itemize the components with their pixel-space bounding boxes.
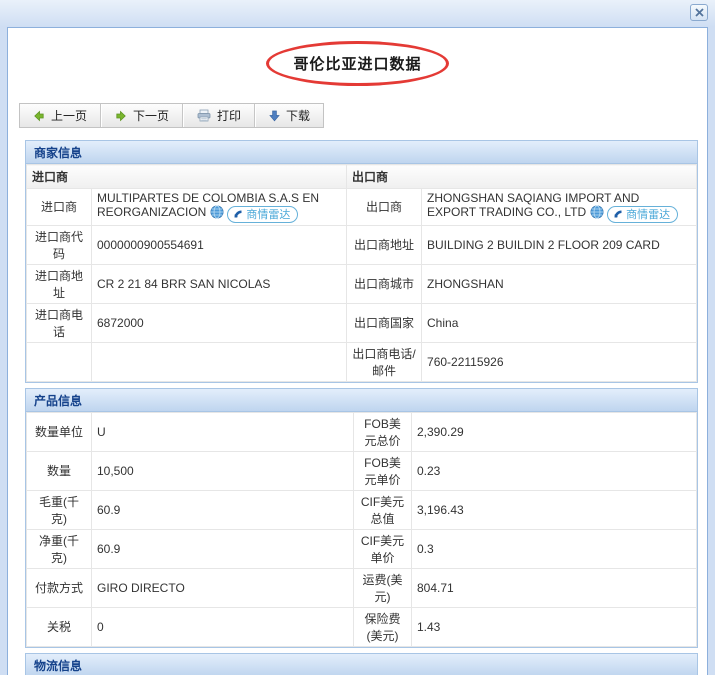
field-label: 运费(美元) bbox=[353, 567, 412, 608]
field-value: BUILDING 2 BUILDIN 2 FLOOR 209 CARD bbox=[421, 224, 697, 265]
field-label: FOB美元总价 bbox=[353, 411, 412, 452]
importer-column-header: 进口商 bbox=[25, 164, 348, 189]
toolbar: 上一页 下一页 打印 下载 bbox=[19, 103, 325, 128]
title-row: 哥伦比亚进口数据 bbox=[8, 41, 707, 93]
field-value: 0000000900554691 bbox=[90, 224, 348, 265]
field-label: 进口商代码 bbox=[26, 224, 92, 265]
field-label: 付款方式 bbox=[26, 567, 92, 608]
field-label: 数量 bbox=[26, 450, 92, 491]
table-row: 进口商地址 CR 2 21 84 BRR SAN NICOLAS 出口商城市 ZHON… bbox=[26, 263, 697, 304]
field-value: 0 bbox=[91, 606, 354, 647]
field-value: 10,500 bbox=[91, 450, 354, 491]
globe-icon[interactable] bbox=[210, 205, 224, 219]
field-label bbox=[26, 341, 92, 382]
field-label: 数量单位 bbox=[26, 411, 92, 452]
table-row: 进口商 MULTIPARTES DE COLOMBIA S.A.S EN REO… bbox=[26, 188, 697, 226]
field-value: 60.9 bbox=[91, 489, 354, 530]
prev-arrow-icon bbox=[34, 110, 44, 121]
product-info-section: 产品信息 数量单位 U FOB美元总价 2,390.29 数量 10,500 FOB美元单价… bbox=[25, 387, 698, 648]
prev-page-button[interactable]: 上一页 bbox=[20, 104, 100, 127]
field-label: 出口商国家 bbox=[346, 302, 423, 343]
radar-icon bbox=[234, 210, 242, 218]
next-page-button[interactable]: 下一页 bbox=[102, 104, 182, 127]
table-row: 付款方式 GIRO DIRECTO 运费(美元) 804.71 bbox=[26, 567, 697, 608]
table-row: 关税 0 保险费(美元) 1.43 bbox=[26, 606, 697, 647]
table-subheader-row: 进口商 出口商 bbox=[25, 164, 697, 189]
field-label: 出口商城市 bbox=[346, 263, 423, 304]
page-title: 哥伦比亚进口数据 bbox=[293, 56, 422, 73]
field-value: 2,390.29 bbox=[411, 411, 697, 452]
product-table: 数量单位 U FOB美元总价 2,390.29 数量 10,500 FOB美元单价 0.23 毛… bbox=[26, 411, 697, 647]
field-value bbox=[90, 341, 348, 382]
field-label: 进口商电话 bbox=[26, 302, 92, 343]
table-row: 净重(千克) 60.9 CIF美元单价 0.3 bbox=[26, 528, 697, 569]
globe-icon[interactable] bbox=[590, 205, 604, 219]
field-label: 出口商 bbox=[346, 188, 423, 226]
field-label: 出口商地址 bbox=[346, 224, 423, 265]
close-button[interactable] bbox=[690, 4, 708, 21]
field-value: 760-22115926 bbox=[421, 341, 697, 382]
field-value: 60.9 bbox=[91, 528, 354, 569]
print-button[interactable]: 打印 bbox=[184, 104, 254, 127]
field-label: 进口商地址 bbox=[26, 263, 92, 304]
field-label: CIF美元总值 bbox=[353, 489, 412, 530]
close-icon bbox=[694, 8, 704, 17]
download-button[interactable]: 下载 bbox=[256, 104, 323, 127]
next-arrow-icon bbox=[116, 110, 126, 121]
table-row: 进口商代码 0000000900554691 出口商地址 BUILDING 2 BUI… bbox=[26, 224, 697, 265]
field-label: FOB美元单价 bbox=[353, 450, 412, 491]
field-value: 0.23 bbox=[411, 450, 697, 491]
logistics-info-section: 物流信息 关单号32020001495631进口日期2020-12-30HS编码… bbox=[25, 652, 698, 675]
field-label: 毛重(千克) bbox=[26, 489, 92, 530]
field-label: 净重(千克) bbox=[26, 528, 92, 569]
next-page-label: 下一页 bbox=[133, 109, 170, 123]
prev-page-label: 上一页 bbox=[51, 109, 88, 123]
exporter-column-header: 出口商 bbox=[346, 164, 697, 189]
field-value: 1.43 bbox=[411, 606, 697, 647]
dialog-panel: 哥伦比亚进口数据 上一页 下一页 打印 下载 商家信息 进口商 出口商 进口商 … bbox=[7, 27, 708, 675]
download-arrow-icon bbox=[269, 110, 280, 121]
field-value: 804.71 bbox=[411, 567, 697, 608]
table-row: 进口商电话 6872000 出口商国家 China bbox=[26, 302, 697, 343]
field-label: 保险费(美元) bbox=[353, 606, 412, 647]
field-value: 6872000 bbox=[90, 302, 348, 343]
product-section-header: 产品信息 bbox=[26, 388, 697, 412]
table-row: 出口商电话/邮件 760-22115926 bbox=[26, 341, 697, 382]
radar-icon bbox=[614, 210, 622, 218]
download-label: 下载 bbox=[286, 109, 311, 123]
field-label: 进口商 bbox=[26, 188, 92, 226]
field-value: 0.3 bbox=[411, 528, 697, 569]
radar-badge[interactable]: 商情雷达 bbox=[227, 205, 299, 223]
field-label: 出口商电话/邮件 bbox=[346, 341, 423, 382]
radar-badge-label: 商情雷达 bbox=[626, 209, 671, 221]
logistics-section-header: 物流信息 bbox=[26, 653, 697, 675]
field-value: U bbox=[91, 411, 354, 452]
table-row: 数量 10,500 FOB美元单价 0.23 bbox=[26, 450, 697, 491]
print-label: 打印 bbox=[217, 109, 242, 123]
field-value: 3,196.43 bbox=[411, 489, 697, 530]
radar-badge[interactable]: 商情雷达 bbox=[607, 205, 679, 223]
field-value: GIRO DIRECTO bbox=[91, 567, 354, 608]
table-row: 数量单位 U FOB美元总价 2,390.29 bbox=[26, 411, 697, 452]
table-row: 毛重(千克) 60.9 CIF美元总值 3,196.43 bbox=[26, 489, 697, 530]
window-titlebar bbox=[0, 0, 715, 27]
field-label: CIF美元单价 bbox=[353, 528, 412, 569]
field-value: ZHONGSHAN bbox=[421, 263, 697, 304]
highlight-ellipse: 哥伦比亚进口数据 bbox=[266, 41, 449, 86]
importer-name-cell: MULTIPARTES DE COLOMBIA S.A.S EN REORGAN… bbox=[90, 188, 348, 226]
field-label: 关税 bbox=[26, 606, 92, 647]
merchant-section-header: 商家信息 bbox=[26, 141, 697, 164]
merchant-table: 进口商 出口商 进口商 MULTIPARTES DE COLOMBIA S.A.… bbox=[25, 164, 697, 382]
exporter-name-cell: ZHONGSHAN SAQIANG IMPORT AND EXPORT TRAD… bbox=[421, 188, 697, 226]
print-icon bbox=[197, 109, 211, 122]
field-value: CR 2 21 84 BRR SAN NICOLAS bbox=[90, 263, 348, 304]
field-value: China bbox=[421, 302, 697, 343]
radar-badge-label: 商情雷达 bbox=[246, 209, 291, 221]
merchant-info-section: 商家信息 进口商 出口商 进口商 MULTIPARTES DE COLOMBIA… bbox=[25, 140, 698, 383]
